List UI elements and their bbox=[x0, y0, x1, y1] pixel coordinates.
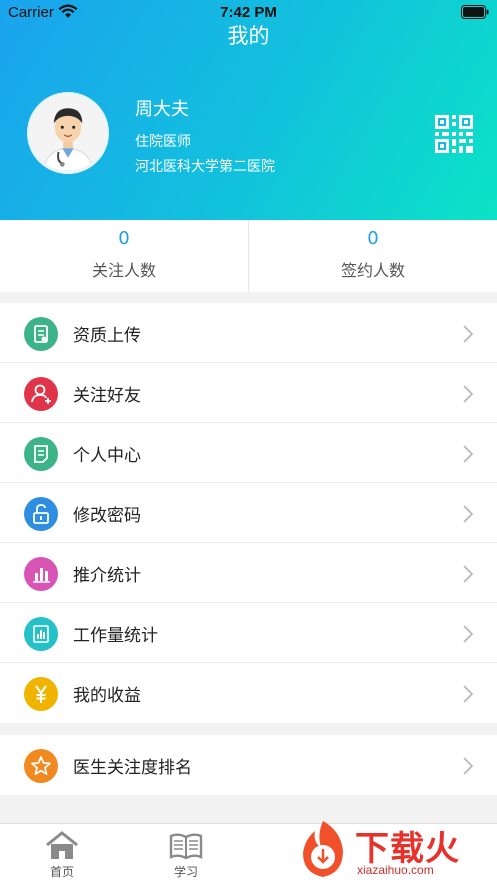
menu-item-workload-stats[interactable]: 工作量统计 bbox=[0, 603, 497, 663]
bar-chart-icon bbox=[24, 557, 58, 591]
menu-label: 个人中心 bbox=[73, 446, 141, 466]
unlock-icon bbox=[24, 497, 58, 531]
doctor-avatar-icon bbox=[30, 95, 106, 171]
menu-item-my-earnings[interactable]: 我的收益 bbox=[0, 663, 497, 723]
workload-chart-icon bbox=[24, 617, 58, 651]
menu-label: 关注好友 bbox=[73, 386, 141, 406]
tab-study[interactable]: 学习 bbox=[151, 824, 221, 883]
chevron-right-icon bbox=[463, 757, 473, 775]
certificate-upload-icon bbox=[24, 317, 58, 351]
menu-list-secondary: 医生关注度排名 bbox=[0, 735, 497, 795]
stat-contracted[interactable]: 0 签约人数 bbox=[248, 220, 497, 292]
menu-label: 医生关注度排名 bbox=[73, 758, 192, 778]
battery-icon bbox=[461, 5, 489, 19]
menu-item-qualification-upload[interactable]: 资质上传 bbox=[0, 303, 497, 363]
profile-document-icon bbox=[24, 437, 58, 471]
menu-item-doctor-ranking[interactable]: 医生关注度排名 bbox=[0, 735, 497, 795]
doctor-name: 周大夫 bbox=[135, 99, 189, 120]
menu-list: 资质上传 关注好友 个人中心 修改密码 推介统计 工作量统计 我的收益 bbox=[0, 303, 497, 723]
avatar[interactable] bbox=[27, 92, 109, 174]
chevron-right-icon bbox=[463, 445, 473, 463]
menu-item-personal-center[interactable]: 个人中心 bbox=[0, 423, 497, 483]
add-friend-icon bbox=[24, 377, 58, 411]
stats-panel: 0 关注人数 0 签约人数 bbox=[0, 220, 497, 292]
doctor-title: 住院医师 bbox=[135, 134, 191, 150]
tab-label: 学习 bbox=[173, 865, 198, 879]
menu-item-change-password[interactable]: 修改密码 bbox=[0, 483, 497, 543]
doctor-hospital: 河北医科大学第二医院 bbox=[135, 159, 275, 175]
menu-label: 推介统计 bbox=[73, 566, 141, 586]
qr-code-icon[interactable] bbox=[435, 115, 473, 153]
watermark: 下载火 xiazaihuo.com bbox=[293, 817, 497, 883]
stat-value: 0 bbox=[118, 228, 130, 249]
yen-icon bbox=[24, 677, 58, 711]
watermark-url: xiazaihuo.com bbox=[357, 863, 434, 877]
chevron-right-icon bbox=[463, 685, 473, 703]
chevron-right-icon bbox=[463, 565, 473, 583]
stat-label: 签约人数 bbox=[340, 261, 405, 280]
chevron-right-icon bbox=[463, 625, 473, 643]
chevron-right-icon bbox=[463, 385, 473, 403]
menu-label: 工作量统计 bbox=[73, 626, 158, 646]
menu-item-follow-friends[interactable]: 关注好友 bbox=[0, 363, 497, 423]
chevron-right-icon bbox=[463, 325, 473, 343]
watermark-logo-icon bbox=[303, 821, 343, 877]
tab-label: 首页 bbox=[49, 865, 74, 879]
star-icon bbox=[24, 749, 58, 783]
stat-value: 0 bbox=[367, 228, 379, 249]
status-time: 7:42 PM bbox=[220, 4, 277, 21]
menu-label: 资质上传 bbox=[73, 326, 141, 346]
home-icon bbox=[46, 831, 78, 859]
menu-item-referral-stats[interactable]: 推介统计 bbox=[0, 543, 497, 603]
tab-home[interactable]: 首页 bbox=[27, 824, 97, 883]
menu-label: 修改密码 bbox=[73, 506, 141, 526]
page-title: 我的 bbox=[227, 24, 270, 48]
stat-label: 关注人数 bbox=[91, 261, 156, 280]
profile-header: Carrier 7:42 PM 我的 周大夫 住院医师 河北医科大学第二医院 bbox=[0, 0, 497, 220]
chevron-right-icon bbox=[463, 505, 473, 523]
menu-label: 我的收益 bbox=[73, 686, 141, 706]
book-icon bbox=[169, 833, 203, 860]
stat-followers[interactable]: 0 关注人数 bbox=[0, 220, 248, 292]
